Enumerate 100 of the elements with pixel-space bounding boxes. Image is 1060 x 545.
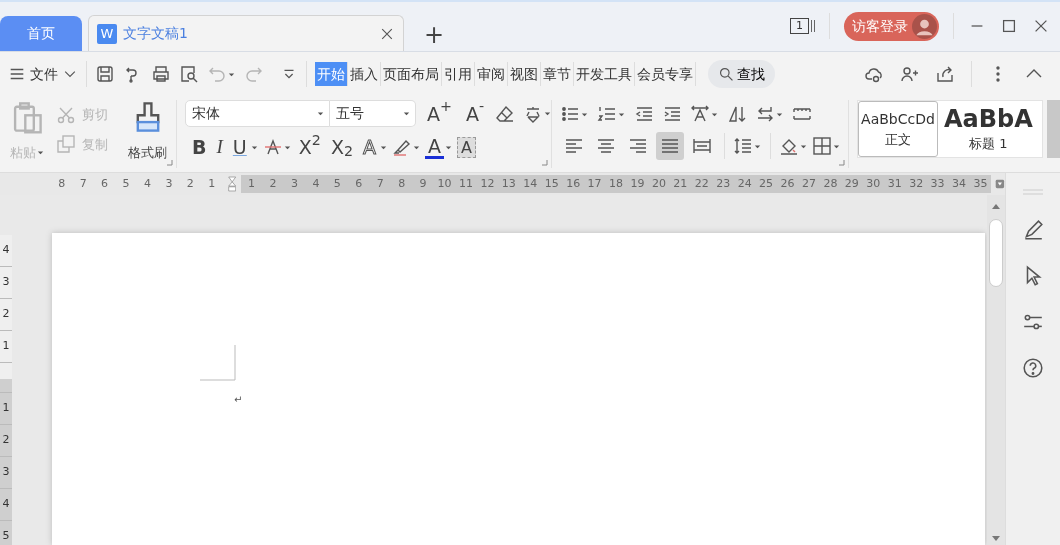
ruler-number: 32 [908,175,925,192]
ruler-number: 7 [78,175,88,192]
ruler-number: 2 [2,306,10,323]
ruler-number: 4 [142,175,152,192]
ruler-number: 7 [375,175,385,192]
ruler-number: 30 [865,175,882,192]
ribbon-tab[interactable]: 会员专享 [635,62,696,86]
pen-icon[interactable] [1022,219,1044,241]
shrink-font-button[interactable]: A$^{-}$ [463,101,488,126]
line-spacing-icon[interactable] [733,136,754,156]
underline-button[interactable]: U [229,135,250,159]
ruler-number: 13 [500,175,517,192]
ruler-number: 3 [290,175,299,192]
document-tab[interactable]: W 文字文稿1 [88,15,404,51]
ruler-number: 1 [2,400,10,417]
ruler-number: 6 [354,175,364,192]
document-page[interactable]: ↵ [52,233,985,545]
ruler-number: 18 [608,175,625,192]
ruler-number: 10 [436,175,453,192]
ruler-number: 1 [247,175,257,192]
ruler-number: 25 [758,175,775,192]
paragraph-mark: ↵ [234,394,243,405]
ruler-number: 12 [479,175,496,192]
scrollbar-thumb[interactable] [989,219,1003,287]
file-menu[interactable]: 文件 [30,63,58,85]
save-icon[interactable] [95,64,115,84]
ruler-number: 5 [332,175,342,192]
numbered-list-icon[interactable] [597,104,618,124]
ruler-number: 21 [672,175,689,192]
ruler-number: 28 [822,175,839,192]
italic-button[interactable]: I [213,135,226,159]
ruler-number: 35 [972,175,989,192]
sort-icon[interactable] [727,104,748,124]
highlighter-icon[interactable] [392,137,412,157]
ruler-number: 1 [2,338,10,355]
ruler-number: 29 [843,175,860,192]
ruler-number: 1 [207,175,217,192]
ribbon-tab[interactable]: 章节 [541,62,574,86]
ribbon-tab[interactable]: 插入 [348,62,381,86]
add-person-icon[interactable] [899,64,919,84]
ruler-number: 26 [779,175,796,192]
tab-title: 文字文稿1 [123,24,188,43]
borders-icon[interactable] [812,136,833,156]
ruler-number: 31 [886,175,903,192]
font-size-select[interactable]: 五号 [330,100,417,127]
strikethrough-icon[interactable] [262,137,283,157]
script-button[interactable]: X$_{2}$ [327,135,356,159]
ribbon-tab[interactable]: 视图 [508,62,541,86]
indent-icon[interactable] [662,104,683,124]
ruler-number: 4 [2,242,10,259]
ruler-number: 2 [185,175,195,192]
new-tab-button[interactable]: + [424,23,445,47]
eraser-icon[interactable] [495,103,516,124]
painter-button[interactable]: 格式刷 [126,142,169,164]
tab-selector-icon[interactable] [995,177,1005,191]
ruler-number: 2 [2,432,10,449]
ruler-number: 27 [801,175,817,192]
search-button[interactable]: 查找 [708,60,775,88]
ruler-number: 23 [715,175,732,192]
ruler-number: 3 [164,175,174,192]
print-preview-icon[interactable] [179,64,199,84]
ribbon-tab[interactable]: 审阅 [475,62,508,86]
search-icon[interactable] [718,65,735,83]
indent-marker[interactable] [227,173,236,195]
ruler-number: 20 [650,175,667,192]
scroll-down-icon[interactable] [992,536,1000,542]
ruler-number: 9 [418,175,428,192]
ruler-number: 11 [458,175,474,192]
ribbon-tab[interactable]: 页面布局 [381,62,442,86]
script-button[interactable]: X$^{2}$ [295,135,324,159]
ribbon-tab[interactable]: 引用 [442,62,475,86]
printer-icon[interactable] [151,64,171,84]
font-select[interactable]: 宋体 [185,100,331,127]
ruler-number: 3 [2,274,10,291]
ruler-number: 5 [121,175,131,192]
font-color-button[interactable]: A [425,135,444,159]
style-option[interactable]: AaBbCcDd 正文 [858,101,938,157]
ruler-number: 5 [2,528,10,545]
ruler-number: 22 [693,175,710,192]
ruler-number: 15 [543,175,560,192]
share-icon[interactable] [935,64,955,84]
ruler-number: 8 [57,175,67,192]
outdent-icon[interactable] [634,104,655,124]
ruler-number: 24 [736,175,753,192]
ruler-number: 33 [929,175,946,192]
ribbon-tab[interactable]: 开发工具 [574,62,635,86]
login-button[interactable]: 访客登录 [844,11,939,41]
ruler-number: 16 [565,175,582,192]
bold-button[interactable]: B [189,135,210,159]
style-option[interactable]: AaBbA 标题 1 [938,101,1035,157]
help-icon[interactable] [1022,357,1044,379]
grow-font-button[interactable]: A$^{+}$ [424,101,455,126]
bullet-list-icon[interactable] [560,104,581,124]
crop-mark [200,345,236,381]
character-spacing-icon[interactable] [690,104,711,124]
ruler-number: 8 [397,175,407,192]
ruler-number: 4 [311,175,321,192]
maximize-icon[interactable] [1000,17,1018,35]
scroll-up-icon[interactable] [992,203,1000,209]
character-shading-button[interactable]: A [457,136,476,158]
